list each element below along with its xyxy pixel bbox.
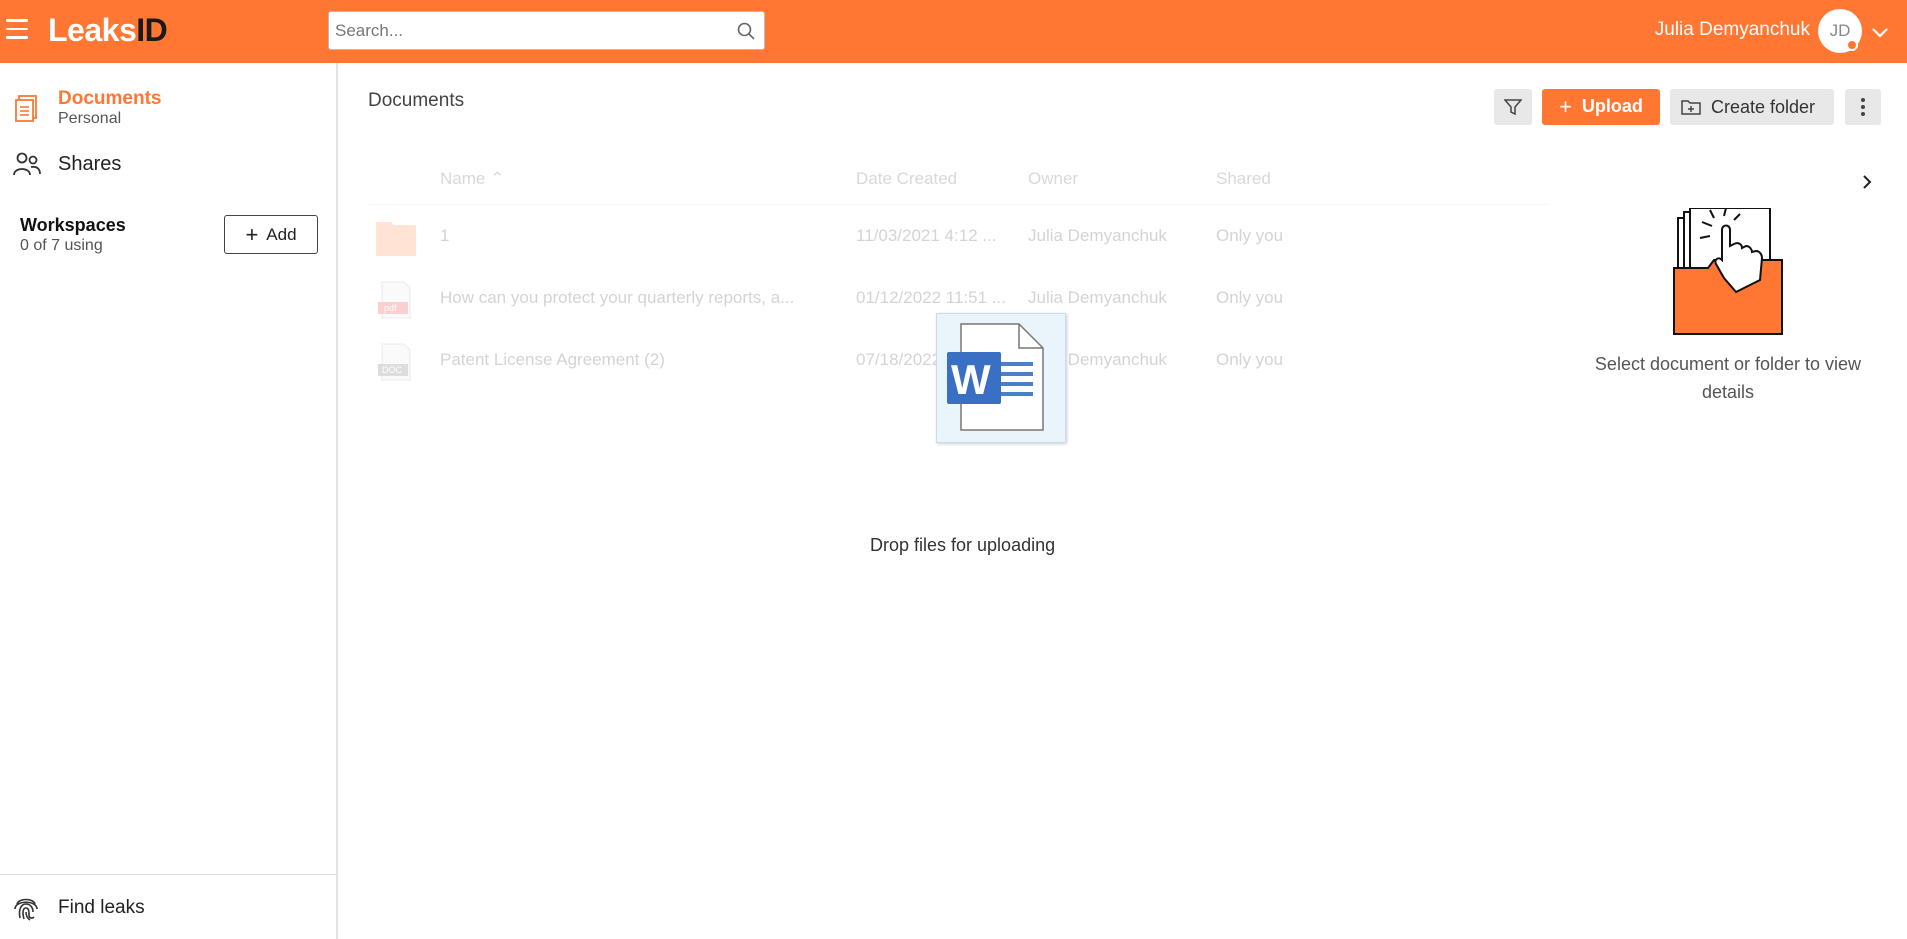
row-name: How can you protect your quarterly repor… — [440, 288, 795, 307]
svg-text:W: W — [951, 356, 991, 403]
sidebar-item-label: Shares — [58, 153, 122, 175]
filter-icon — [1504, 99, 1522, 116]
row-name: Patent License Agreement (2) — [440, 350, 665, 369]
workspaces-title: Workspaces — [20, 215, 126, 235]
sort-up-icon: ⌃ — [490, 169, 505, 188]
folder-click-illustration-icon — [1673, 208, 1783, 335]
status-dot — [1846, 39, 1858, 51]
user-name[interactable]: Julia Demyanchuk — [1655, 19, 1810, 41]
upload-button[interactable]: + Upload — [1542, 89, 1660, 125]
sidebar-item-shares[interactable]: Shares — [12, 149, 332, 181]
svg-text:DOC: DOC — [382, 365, 403, 375]
table-header: Name ⌃ Date Created Owner Shared — [368, 155, 1548, 205]
sidebar-item-documents[interactable]: Documents Personal — [12, 88, 332, 132]
more-options-button[interactable] — [1845, 89, 1881, 125]
column-name[interactable]: Name ⌃ — [440, 169, 504, 189]
row-shared: Only you — [1216, 226, 1284, 245]
column-owner[interactable]: Owner — [1028, 169, 1078, 189]
drop-files-message: Drop files for uploading — [870, 535, 1056, 555]
app-logo[interactable]: LeaksID — [48, 12, 168, 49]
chevron-right-icon[interactable] — [1858, 170, 1876, 194]
menu-icon[interactable] — [6, 19, 30, 43]
column-shared[interactable]: Shared — [1216, 169, 1271, 189]
folder-plus-icon — [1681, 100, 1701, 115]
documents-icon — [15, 95, 37, 122]
table-row[interactable]: 1 11/03/2021 4:12 ... Julia Demyanchuk O… — [368, 206, 1548, 268]
sidebar-item-label: Find leaks — [58, 897, 145, 918]
chevron-down-icon[interactable] — [1870, 22, 1890, 42]
sidebar-item-sublabel: Personal — [58, 110, 122, 127]
dragged-word-file-icon: W — [936, 313, 1066, 443]
create-folder-button[interactable]: Create folder — [1670, 89, 1834, 125]
sidebar-item-label: Documents — [58, 88, 162, 109]
row-date: 01/12/2022 11:51 ... — [856, 288, 1006, 307]
fingerprint-icon — [14, 898, 38, 921]
folder-icon — [376, 222, 416, 256]
search-box — [328, 11, 765, 50]
pdf-file-icon: pdf — [378, 281, 411, 319]
row-shared: Only you — [1216, 350, 1284, 369]
doc-file-icon: DOC — [378, 343, 411, 381]
workspaces-usage: 0 of 7 using — [20, 237, 103, 254]
plus-icon: + — [245, 221, 259, 247]
row-name: 1 — [440, 226, 450, 245]
row-owner: Julia Demyanchuk — [1028, 226, 1167, 245]
users-icon — [13, 152, 41, 176]
sidebar-divider — [0, 874, 336, 875]
row-owner: Julia Demyanchuk — [1028, 288, 1167, 307]
details-empty-message: Select document or folder to view detail… — [1594, 354, 1862, 402]
row-date: 11/03/2021 4:12 ... — [856, 226, 997, 245]
row-shared: Only you — [1216, 288, 1284, 307]
sidebar-item-find-leaks[interactable]: Find leaks — [12, 891, 332, 925]
svg-text:pdf: pdf — [384, 303, 397, 313]
search-icon[interactable] — [736, 21, 756, 41]
column-date-created[interactable]: Date Created — [856, 169, 957, 189]
plus-icon: + — [1559, 94, 1572, 119]
page-title: Documents — [368, 90, 465, 111]
filter-button[interactable] — [1494, 89, 1532, 125]
add-workspace-button[interactable]: + Add — [224, 215, 318, 254]
search-input[interactable] — [335, 18, 725, 44]
top-bar: LeaksID Julia Demyanchuk JD — [0, 0, 1907, 63]
more-vertical-icon — [1861, 98, 1865, 116]
sidebar: Documents Personal Shares Workspaces 0 o… — [0, 63, 338, 939]
